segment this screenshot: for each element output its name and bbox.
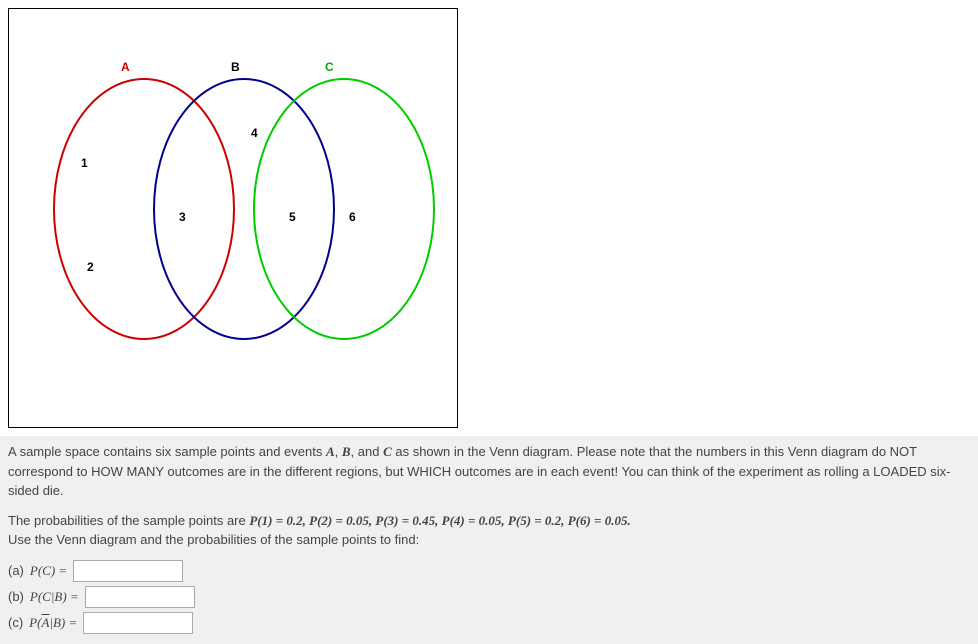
- and-text: , and: [351, 444, 384, 459]
- point-6: 6: [349, 210, 356, 224]
- answer-input-b[interactable]: [85, 586, 195, 608]
- venn-diagram-frame: A B C 1 2 3 4 5 6: [8, 8, 458, 428]
- q-c-post: |B) =: [49, 615, 77, 630]
- intro-paragraph: A sample space contains six sample point…: [8, 442, 970, 501]
- prob-lead: The probabilities of the sample points a…: [8, 513, 249, 528]
- label-a: A: [121, 60, 130, 74]
- q-c-pre: P(: [29, 615, 41, 630]
- p6: P(6) = 0.05.: [568, 513, 631, 528]
- venn-diagram-svg: A B C 1 2 3 4 5 6: [9, 9, 459, 429]
- set-c-ellipse: [254, 79, 434, 339]
- p2: P(2) = 0.05,: [309, 513, 375, 528]
- intro-pre: A sample space contains six sample point…: [8, 444, 326, 459]
- q-c-expr: P(A|B) =: [29, 613, 77, 633]
- answer-input-c[interactable]: [83, 612, 193, 634]
- answer-input-a[interactable]: [73, 560, 183, 582]
- set-a-ellipse: [54, 79, 234, 339]
- question-c-row: (c) P(A|B) =: [8, 612, 970, 634]
- label-c: C: [325, 60, 334, 74]
- set-b-ellipse: [154, 79, 334, 339]
- q-a-expr: P(C) =: [30, 561, 67, 581]
- instruction: Use the Venn diagram and the probabiliti…: [8, 532, 419, 547]
- question-b-row: (b) P(C|B) =: [8, 586, 970, 608]
- point-5: 5: [289, 210, 296, 224]
- comma1: ,: [335, 444, 342, 459]
- problem-text: A sample space contains six sample point…: [0, 436, 978, 644]
- point-2: 2: [87, 260, 94, 274]
- point-4: 4: [251, 126, 258, 140]
- question-a-row: (a) P(C) =: [8, 560, 970, 582]
- label-b: B: [231, 60, 240, 74]
- q-b-label: (b): [8, 587, 24, 607]
- var-c: C: [383, 444, 392, 459]
- probabilities-paragraph: The probabilities of the sample points a…: [8, 511, 970, 550]
- p3: P(3) = 0.45,: [375, 513, 441, 528]
- var-a: A: [326, 444, 335, 459]
- point-3: 3: [179, 210, 186, 224]
- q-a-label: (a): [8, 561, 24, 581]
- prob-values: P(1) = 0.2, P(2) = 0.05, P(3) = 0.45, P(…: [249, 513, 630, 528]
- var-b: B: [342, 444, 351, 459]
- p4: P(4) = 0.05,: [442, 513, 508, 528]
- q-c-label: (c): [8, 613, 23, 633]
- p1: P(1) = 0.2,: [249, 513, 309, 528]
- q-b-expr: P(C|B) =: [30, 587, 79, 607]
- point-1: 1: [81, 156, 88, 170]
- p5: P(5) = 0.2,: [508, 513, 568, 528]
